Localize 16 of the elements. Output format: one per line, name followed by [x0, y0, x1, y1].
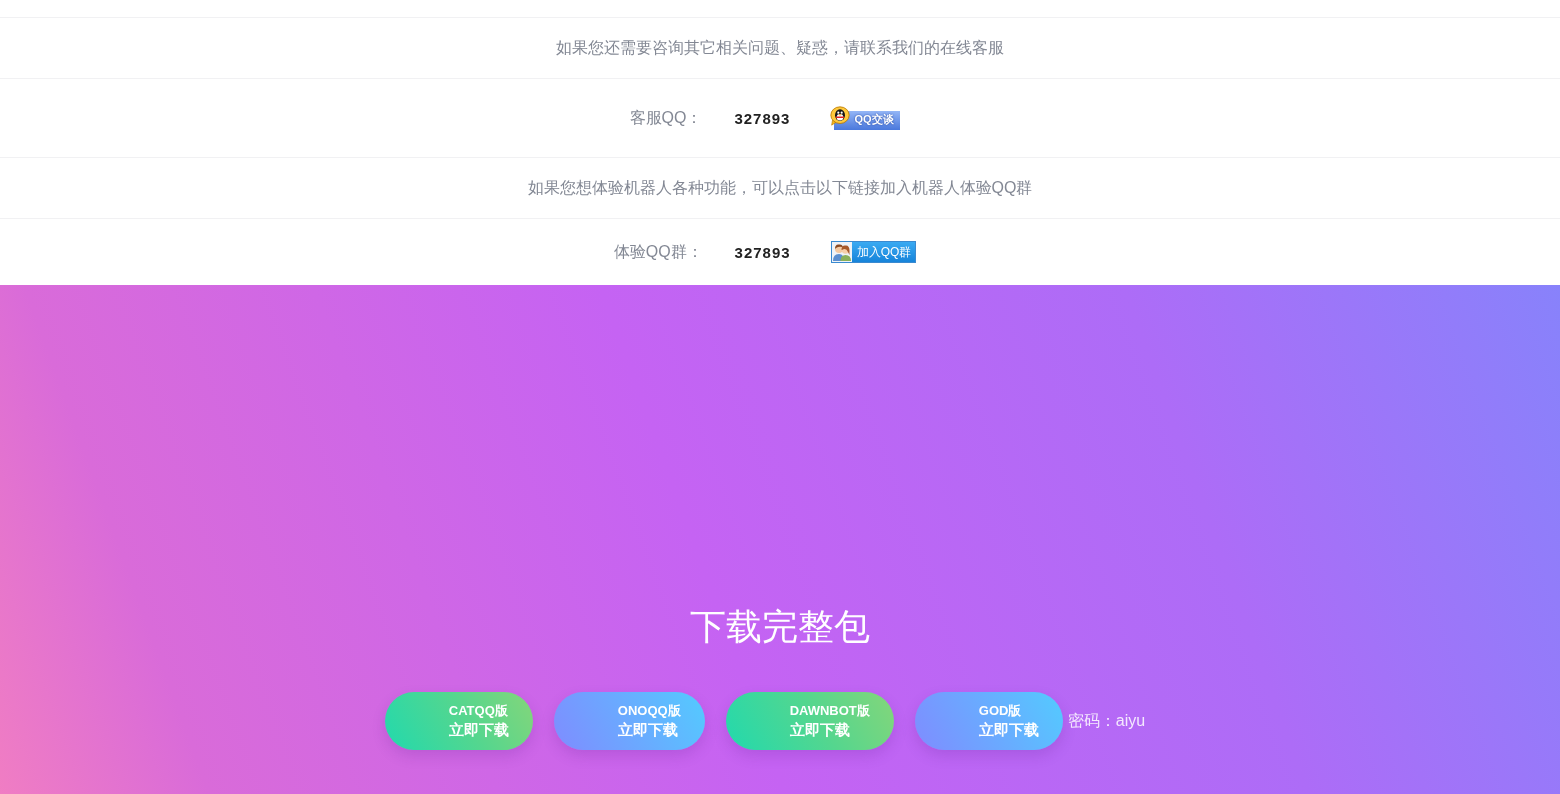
download-button[interactable]: DAWNBOT版 立即下载 [725, 692, 894, 750]
info-message: 如果您想体验机器人各种功能，可以点击以下链接加入机器人体验QQ群 [527, 177, 1033, 198]
qq-number: 327893 [734, 243, 791, 261]
people-icon [831, 242, 852, 262]
contact-label: 客服QQ： [629, 107, 703, 128]
join-group-link[interactable]: 加入QQ群 [830, 241, 917, 263]
penguin-icon [830, 106, 851, 126]
download-button[interactable]: CATQQ版 立即下载 [384, 692, 533, 750]
info-message: 如果您还需要咨询其它相关问题、疑惑，请联系我们的在线客服 [556, 37, 1004, 58]
qq-chat-link[interactable]: QQ交谈 [830, 106, 901, 130]
password-text: 密码：aiyu [1067, 710, 1146, 731]
download-button[interactable]: ONOQQ版 立即下载 [553, 692, 705, 750]
qq-number: 327893 [734, 109, 791, 127]
download-button[interactable]: GOD版 立即下载 [914, 692, 1063, 750]
contact-label: 体验QQ群： [613, 241, 703, 262]
download-title: 下载完整包 [690, 605, 870, 649]
